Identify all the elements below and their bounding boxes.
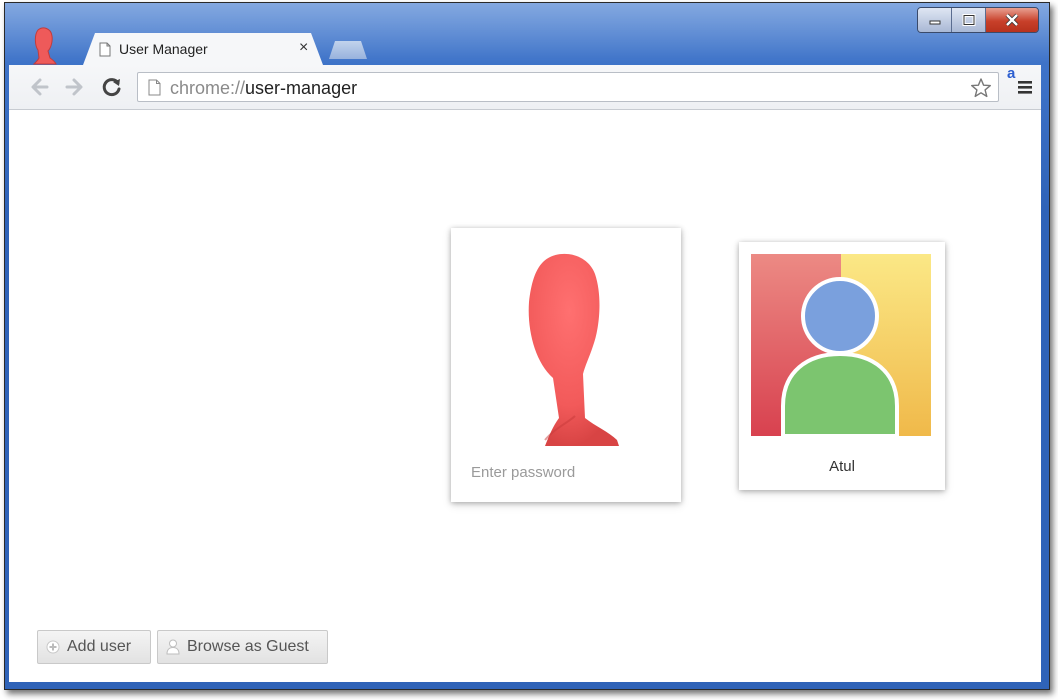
window-controls: [917, 7, 1039, 33]
reload-icon[interactable]: [101, 76, 123, 98]
back-arrow-icon[interactable]: [29, 76, 51, 98]
address-bar[interactable]: chrome://user-manager: [137, 72, 999, 102]
add-user-label: Add user: [67, 638, 132, 655]
tab-title: User Manager: [119, 41, 208, 57]
guest-user-icon: [166, 639, 180, 655]
browser-window: User Manager × chrome://user-manager a A…: [4, 2, 1050, 690]
url-scheme: chrome://: [170, 78, 246, 98]
url-text: chrome://user-manager: [170, 78, 357, 99]
hamburger-menu-icon[interactable]: [1017, 79, 1033, 95]
profile-avatar-icon[interactable]: [29, 27, 59, 65]
user-manager-page: Atul Add user Browse as Guest: [9, 110, 1041, 682]
profile-card-atul[interactable]: Atul: [739, 242, 945, 490]
restore-button[interactable]: [952, 8, 986, 32]
browse-guest-label: Browse as Guest: [187, 638, 309, 655]
extension-icon[interactable]: a: [1007, 65, 1015, 82]
forward-arrow-icon[interactable]: [63, 76, 85, 98]
page-icon: [148, 79, 161, 96]
password-field[interactable]: [471, 462, 661, 482]
profile-name: Atul: [829, 458, 855, 475]
browse-as-guest-button[interactable]: Browse as Guest: [157, 630, 328, 664]
plus-icon: [46, 640, 60, 654]
add-user-button[interactable]: Add user: [37, 630, 151, 664]
generic-user-avatar-icon: [751, 254, 931, 436]
new-tab-button[interactable]: [329, 41, 367, 59]
close-window-button[interactable]: [986, 8, 1038, 32]
page-icon: [99, 42, 111, 57]
red-head-avatar-icon: [528, 253, 619, 446]
toolbar: chrome://user-manager a: [9, 65, 1041, 110]
tab-user-manager[interactable]: User Manager ×: [83, 33, 323, 65]
star-icon[interactable]: [970, 77, 992, 99]
close-tab-button[interactable]: ×: [299, 39, 308, 57]
url-path: user-manager: [245, 78, 358, 98]
profile-card-locked[interactable]: [451, 228, 681, 502]
minimize-button[interactable]: [918, 8, 952, 32]
